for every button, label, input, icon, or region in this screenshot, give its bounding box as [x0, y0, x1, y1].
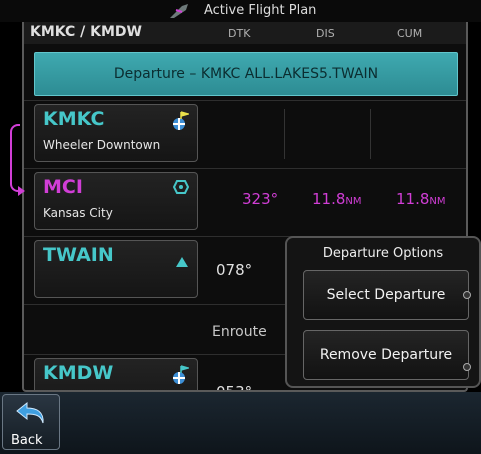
button-indicator-icon — [463, 363, 471, 371]
vor-icon — [173, 180, 189, 194]
airport-flag-icon — [173, 111, 189, 130]
intersection-icon — [176, 257, 188, 267]
select-departure-button[interactable]: Select Departure — [303, 270, 471, 320]
waypoint-button-twain[interactable]: TWAIN — [34, 240, 198, 298]
back-button[interactable]: Back — [2, 394, 60, 450]
dis-value: 11.8NM — [312, 190, 362, 208]
waypoint-ident: KMKC — [43, 108, 105, 130]
col-dis: DIS — [316, 27, 335, 40]
waypoint-name: Wheeler Downtown — [43, 138, 161, 152]
col-dtk: DTK — [228, 27, 251, 40]
dtk-value: 323° — [242, 190, 279, 208]
waypoint-ident: MCI — [43, 176, 83, 198]
button-indicator-icon — [463, 291, 471, 299]
airport-flag-icon — [173, 365, 189, 384]
waypoint-ident: TWAIN — [43, 244, 114, 266]
waypoint-button-kmkc[interactable]: KMKC Wheeler Downtown — [34, 104, 198, 162]
waypoint-button-kmdw[interactable]: KMDW — [34, 358, 198, 390]
cum-value: 11.8NM — [396, 190, 446, 208]
enroute-label: Enroute — [212, 324, 267, 340]
remove-departure-button[interactable]: Remove Departure — [303, 330, 471, 380]
bottom-bar: Back — [0, 392, 481, 454]
airplane-icon — [170, 4, 188, 18]
popup-title: Departure Options — [322, 246, 444, 261]
dtk-value: 053° — [216, 383, 253, 392]
page-title: Active Flight Plan — [204, 3, 317, 18]
list-header: KMKC / KMDW DTK DIS CUM — [24, 22, 466, 44]
route-label: KMKC / KMDW — [30, 24, 142, 40]
waypoint-button-mci[interactable]: MCI Kansas City — [34, 172, 198, 230]
waypoint-name: Kansas City — [43, 206, 113, 220]
waypoint-ident: KMDW — [43, 362, 114, 384]
departure-options-popup: Departure Options Select Departure Remov… — [285, 236, 481, 388]
back-label: Back — [11, 433, 43, 448]
waypoint-row: MCI Kansas City 323° 11.8NM 11.8NM — [24, 168, 466, 234]
departure-banner-button[interactable]: Departure – KMKC ALL.LAKES5.TWAIN — [34, 52, 458, 96]
waypoint-row: KMKC Wheeler Downtown — [24, 100, 466, 166]
back-arrow-icon — [16, 401, 44, 424]
title-bar: Active Flight Plan — [0, 0, 481, 22]
active-leg-arrowhead — [18, 186, 25, 196]
dtk-value: 078° — [216, 261, 253, 279]
col-cum: CUM — [397, 27, 423, 40]
active-leg-arrow — [10, 124, 20, 192]
departure-banner-label: Departure – KMKC ALL.LAKES5.TWAIN — [113, 66, 379, 82]
